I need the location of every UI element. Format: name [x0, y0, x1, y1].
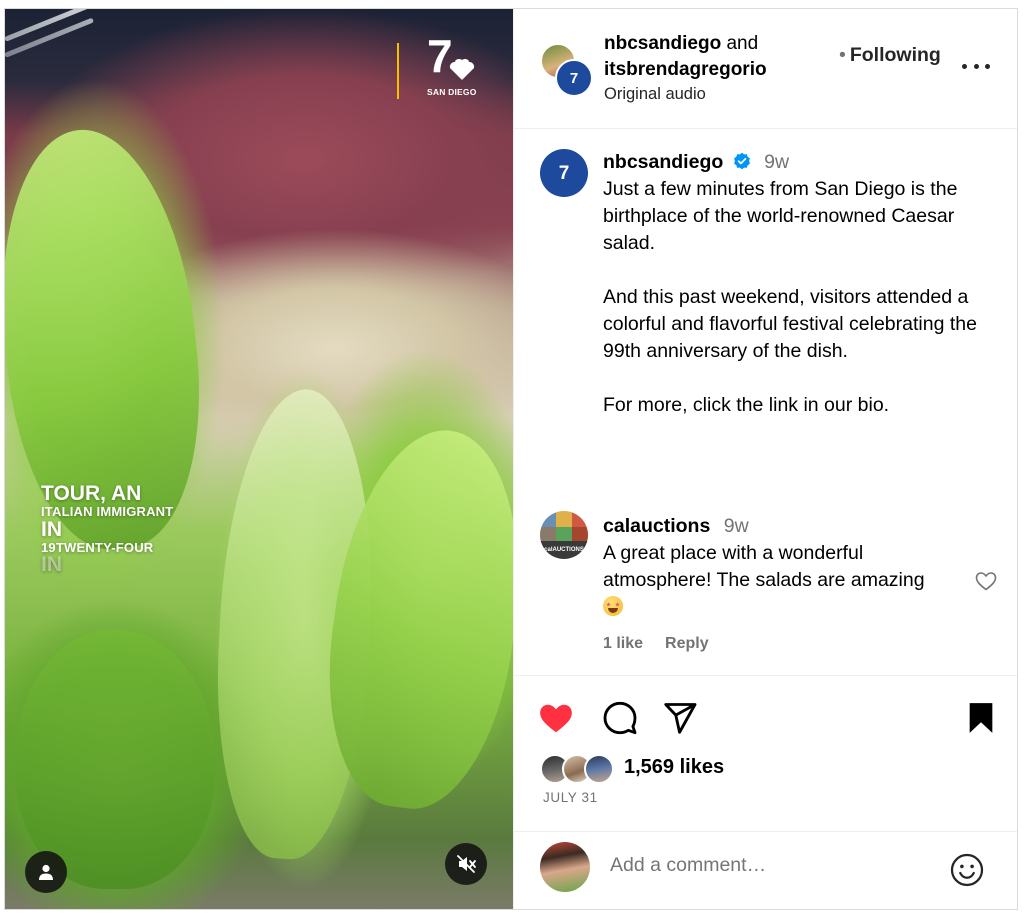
separator-dot: • [839, 44, 846, 66]
logo-divider [397, 43, 399, 99]
comment-meta: 1 like Reply [603, 635, 731, 653]
collab-avatars[interactable]: 7 [540, 43, 593, 97]
peacock-icon [449, 59, 475, 80]
overlay-line: IN [41, 517, 62, 541]
tagged-people-button[interactable] [25, 851, 67, 893]
owner-username-link[interactable]: itsbrendagregorio [604, 59, 767, 80]
save-button[interactable] [961, 698, 1001, 738]
verified-badge-icon [733, 152, 750, 170]
comment-button[interactable] [600, 698, 640, 738]
likes-count[interactable]: 1,569 likes [624, 756, 724, 779]
avatar[interactable]: 7 [555, 59, 593, 97]
comment: calauctions 9w A great place with a wond… [603, 513, 973, 621]
comment-likes-count[interactable]: 1 like [603, 635, 643, 652]
comment-composer [514, 831, 1017, 909]
logo-city: SAN DIEGO [427, 87, 477, 97]
comment-like-heart-icon[interactable] [974, 569, 998, 593]
video-caption-overlay: TOUR, AN ITALIAN IMMIGRANT IN 19TWENTY-F… [41, 482, 174, 577]
post-video[interactable]: 7 SAN DIEGO TOUR, AN ITALIAN IMMIGRANT I… [5, 9, 513, 909]
avatar[interactable]: 7 [540, 149, 588, 197]
comment-username-link[interactable]: calauctions [603, 515, 710, 537]
speech-bubble-icon [603, 701, 637, 735]
reply-button[interactable]: Reply [665, 635, 709, 652]
following-label: Following [849, 44, 941, 66]
emoji-picker-icon[interactable] [949, 852, 985, 888]
comment-timestamp[interactable]: 9w [724, 515, 749, 537]
bookmark-filled-icon [969, 703, 993, 733]
avatar-label: calAUCTIONS [540, 541, 588, 559]
muted-speaker-icon [457, 855, 476, 873]
overlay-line: IN [41, 553, 62, 577]
post-caption: nbcsandiego 9w Just a few minutes from S… [603, 149, 1003, 419]
caption-paragraph: For more, click the link in our bio. [603, 394, 890, 416]
overlay-line: ITALIAN IMMIGRANT [41, 504, 174, 520]
person-icon [39, 864, 53, 880]
overlay-line: TOUR, AN [41, 482, 142, 505]
mute-toggle-button[interactable] [445, 843, 487, 885]
owners-joiner: and [721, 33, 759, 54]
post-actions: 1,569 likes JULY 31 [514, 675, 1017, 845]
paper-plane-icon [664, 703, 697, 734]
post-date[interactable]: JULY 31 [543, 790, 598, 805]
post-owners: nbcsandiego and itsbrendagregorio [604, 31, 824, 83]
nbc7-avatar-mark: 7 [558, 162, 570, 184]
post-side-panel: 7 nbcsandiego and itsbrendagregorio Orig… [513, 9, 1017, 909]
liker-avatars[interactable] [540, 754, 620, 784]
heart-filled-icon [540, 704, 572, 733]
caption-username-link[interactable]: nbcsandiego [603, 151, 723, 173]
nbc7-logo: 7 SAN DIEGO [397, 33, 487, 103]
caption-paragraph: And this past weekend, visitors attended… [603, 286, 977, 362]
avatar [540, 842, 590, 892]
star-struck-emoji-icon [603, 596, 623, 616]
caption-timestamp[interactable]: 9w [764, 151, 789, 173]
overlay-line: 19TWENTY-FOUR [41, 539, 154, 555]
post-header: 7 nbcsandiego and itsbrendagregorio Orig… [514, 9, 1017, 129]
like-button[interactable] [536, 698, 576, 738]
owner-username-link[interactable]: nbcsandiego [604, 33, 721, 54]
nbc7-avatar-mark: 7 [569, 69, 579, 87]
lettuce-leaf [15, 629, 215, 889]
comment-input[interactable] [610, 854, 930, 877]
comment-text: A great place with a wonderful atmospher… [603, 542, 925, 591]
post-dialog: 7 SAN DIEGO TOUR, AN ITALIAN IMMIGRANT I… [4, 8, 1018, 910]
following-button[interactable]: • Following [839, 44, 941, 67]
share-button[interactable] [660, 698, 700, 738]
avatar[interactable]: calAUCTIONS [540, 511, 588, 559]
audio-link[interactable]: Original audio [604, 85, 706, 104]
more-options-icon[interactable] [962, 61, 990, 71]
caption-paragraph: Just a few minutes from San Diego is the… [603, 178, 958, 254]
avatar [584, 754, 614, 784]
